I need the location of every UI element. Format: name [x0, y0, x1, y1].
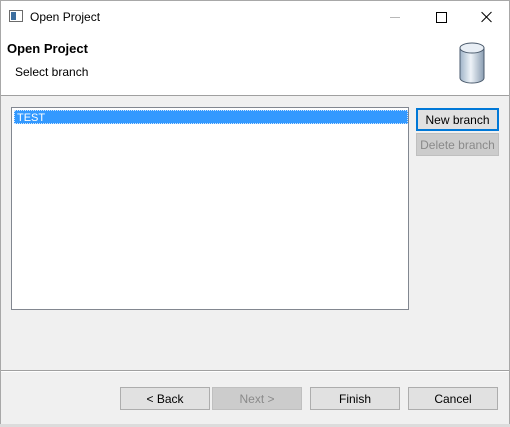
- branch-list[interactable]: TEST: [11, 107, 409, 310]
- window-app-icon: [9, 10, 23, 22]
- close-icon: [481, 11, 493, 23]
- footer-divider-highlight: [1, 371, 509, 372]
- database-icon: [459, 42, 485, 84]
- maximize-icon: [435, 11, 447, 23]
- open-project-dialog: Open Project Open Project Select branch: [0, 0, 510, 427]
- delete-branch-button[interactable]: Delete branch: [416, 133, 499, 156]
- minimize-icon: [390, 16, 400, 18]
- banner-title: Open Project: [7, 41, 88, 56]
- new-branch-button[interactable]: New branch: [416, 108, 499, 131]
- close-button[interactable]: [464, 1, 510, 33]
- next-button[interactable]: Next >: [212, 387, 302, 410]
- minimize-button[interactable]: [372, 1, 418, 33]
- title-bar[interactable]: Open Project: [1, 1, 509, 33]
- wizard-banner: Open Project Select branch: [1, 33, 509, 96]
- cancel-button[interactable]: Cancel: [408, 387, 498, 410]
- window-title: Open Project: [30, 10, 101, 24]
- maximize-button[interactable]: [418, 1, 464, 33]
- back-button[interactable]: < Back: [120, 387, 210, 410]
- finish-button[interactable]: Finish: [310, 387, 400, 410]
- branch-list-item[interactable]: TEST: [14, 110, 408, 124]
- banner-subtitle: Select branch: [15, 65, 89, 79]
